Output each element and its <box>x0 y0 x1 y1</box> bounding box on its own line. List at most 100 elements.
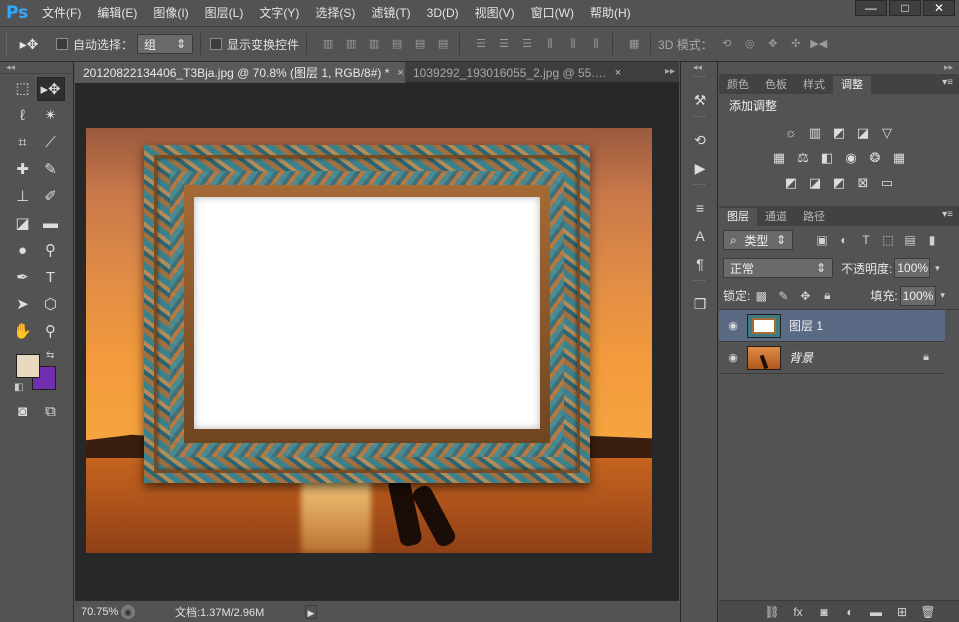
menu-image[interactable]: 图像(I) <box>145 0 196 26</box>
distribute-left-icon[interactable]: ⫼ <box>541 37 559 51</box>
crop-icon[interactable]: ⌗ <box>9 131 37 155</box>
filter-adjustment-icon[interactable]: ◐ <box>833 233 855 247</box>
screen-mode-icon[interactable]: ⧉ <box>37 400 65 424</box>
tab-overflow-icon[interactable]: ▸▸ <box>665 66 675 77</box>
tab-swatches[interactable]: 色板 <box>757 76 795 94</box>
panel-menu-icon[interactable]: ▾≡ <box>942 77 953 88</box>
layer-name[interactable]: 图层 1 <box>789 317 823 334</box>
filter-type-dropdown[interactable]: ⌕ 类型 ⇕ <box>723 230 793 250</box>
close-tab-icon[interactable]: × <box>397 67 403 79</box>
move-tool-preset-icon[interactable]: ▸✥ <box>12 36 46 53</box>
blur-icon[interactable]: ● <box>9 239 37 263</box>
visibility-eye-icon[interactable]: ◉ <box>719 319 747 332</box>
magic-wand-icon[interactable]: ✴ <box>37 104 65 128</box>
menu-view[interactable]: 视图(V) <box>467 0 523 26</box>
doc-tab-active[interactable]: 20120822134406_T3Bja.jpg @ 70.8% (图层 1, … <box>75 62 405 83</box>
filter-shape-icon[interactable]: ⬚ <box>877 233 899 247</box>
history-icon[interactable]: ⟲ <box>681 126 719 154</box>
color-balance-icon[interactable]: ⚖ <box>791 149 815 167</box>
new-adjustment-icon[interactable]: ◐ <box>837 605 863 619</box>
layer-row-background[interactable]: ◉ 背景 🔒︎ <box>719 342 945 374</box>
menu-select[interactable]: 选择(S) <box>307 0 363 26</box>
minimize-button[interactable]: — <box>855 0 887 16</box>
layer-row-frame[interactable]: ◉ 图层 1 <box>719 310 945 342</box>
tab-color[interactable]: 颜色 <box>719 76 757 94</box>
dodge-icon[interactable]: ⚲ <box>37 239 65 263</box>
eyedropper-icon[interactable]: ⟋ <box>37 131 65 155</box>
lock-position-icon[interactable]: ✥ <box>794 289 816 303</box>
auto-select-dropdown[interactable]: 组 ⇕ <box>137 34 194 54</box>
collapse-toolbar-icon[interactable]: ◂◂ <box>0 62 73 74</box>
tool-presets-icon[interactable]: ⚒ <box>681 86 719 114</box>
history-brush-icon[interactable]: ✐ <box>37 185 65 209</box>
layer-style-fx-icon[interactable]: fx <box>785 605 811 619</box>
brightness-icon[interactable]: ☼ <box>779 124 803 142</box>
3d-roll-icon[interactable]: ◎ <box>741 37 759 51</box>
tab-styles[interactable]: 样式 <box>795 76 833 94</box>
blend-mode-dropdown[interactable]: 正常 ⇕ <box>723 258 833 278</box>
align-vcenter-icon[interactable]: ▥ <box>342 37 360 51</box>
status-info-icon[interactable]: ◉ <box>121 604 135 619</box>
new-group-icon[interactable]: ▬ <box>863 605 889 619</box>
align-bottom-icon[interactable]: ▥ <box>365 37 383 51</box>
levels-icon[interactable]: ▥ <box>803 124 827 142</box>
menu-filter[interactable]: 滤镜(T) <box>363 0 418 26</box>
3d-slide-icon[interactable]: ✣ <box>787 37 805 51</box>
distribute-hcenter-icon[interactable]: ⫼ <box>564 37 582 51</box>
actions-icon[interactable]: ▶ <box>681 154 719 182</box>
visibility-eye-icon[interactable]: ◉ <box>719 351 747 364</box>
filter-type-icon[interactable]: T <box>855 233 877 247</box>
fill-field[interactable]: 100% <box>899 285 936 306</box>
channel-mixer-icon[interactable]: ❂ <box>863 149 887 167</box>
distribute-vcenter-icon[interactable]: ☰ <box>495 37 513 51</box>
black-white-icon[interactable]: ◧ <box>815 149 839 167</box>
menu-file[interactable]: 文件(F) <box>34 0 89 26</box>
gradient-icon[interactable]: ▬ <box>37 212 65 236</box>
picture-frame-layer[interactable] <box>144 145 590 483</box>
character-icon[interactable]: A <box>681 222 719 250</box>
healing-icon[interactable]: ✚ <box>9 158 37 182</box>
hue-saturation-icon[interactable]: ▦ <box>767 149 791 167</box>
3d-scale-icon[interactable]: ▶◀ <box>810 37 828 51</box>
brush-presets-icon[interactable]: ≡ <box>681 194 719 222</box>
document-image[interactable] <box>86 128 652 553</box>
marquee-icon[interactable]: ⬚ <box>9 77 37 101</box>
menu-window[interactable]: 窗口(W) <box>523 0 582 26</box>
zoom-level[interactable]: 70.75% <box>75 606 121 618</box>
delete-layer-icon[interactable]: 🗑︎ <box>915 605 941 619</box>
path-select-icon[interactable]: ➤ <box>9 293 37 317</box>
tab-layers[interactable]: 图层 <box>719 208 757 226</box>
menu-type[interactable]: 文字(Y) <box>251 0 307 26</box>
menu-layer[interactable]: 图层(L) <box>197 0 252 26</box>
foreground-color-swatch[interactable] <box>16 354 40 378</box>
default-colors-icon[interactable]: ◧ <box>14 382 23 393</box>
maximize-button[interactable]: □ <box>889 0 921 16</box>
new-layer-icon[interactable]: ⊞ <box>889 605 915 619</box>
lock-transparency-icon[interactable]: ▩ <box>750 289 772 303</box>
add-mask-icon[interactable]: ◙ <box>811 605 837 619</box>
align-hcenter-icon[interactable]: ▤ <box>411 37 429 51</box>
distribute-top-icon[interactable]: ☰ <box>472 37 490 51</box>
pen-icon[interactable]: ✒ <box>9 266 37 290</box>
collapse-panels-icon[interactable]: ▸▸ <box>719 62 959 74</box>
distribute-right-icon[interactable]: ⫼ <box>587 37 605 51</box>
doc-tab[interactable]: 1039292_193016055_2.jpg @ 55.… × <box>405 62 635 83</box>
gradient-map-icon[interactable]: ▭ <box>875 174 899 192</box>
canvas-area[interactable] <box>75 83 679 600</box>
zoom-icon[interactable]: ⚲ <box>37 320 65 344</box>
auto-align-icon[interactable]: ▦ <box>625 37 643 51</box>
3d-rotate-icon[interactable]: ⟲ <box>718 37 736 51</box>
show-transform-checkbox[interactable] <box>210 38 223 50</box>
3d-panel-icon[interactable]: ❒ <box>681 290 719 318</box>
layer-name[interactable]: 背景 <box>789 349 813 366</box>
color-lookup-icon[interactable]: ▦ <box>887 149 911 167</box>
menu-edit[interactable]: 编辑(E) <box>89 0 145 26</box>
status-menu-arrow-icon[interactable]: ▶ <box>305 604 317 619</box>
layers-menu-icon[interactable]: ▾≡ <box>942 209 953 220</box>
quick-mask-icon[interactable]: ◙ <box>9 400 37 424</box>
lock-all-icon[interactable]: 🔒︎ <box>816 288 838 303</box>
opacity-slider-icon[interactable]: ▾ <box>930 263 944 274</box>
filter-pixel-icon[interactable]: ▣ <box>811 233 833 247</box>
link-layers-icon[interactable]: ⛓ <box>759 605 785 619</box>
paragraph-icon[interactable]: ¶ <box>681 250 719 278</box>
